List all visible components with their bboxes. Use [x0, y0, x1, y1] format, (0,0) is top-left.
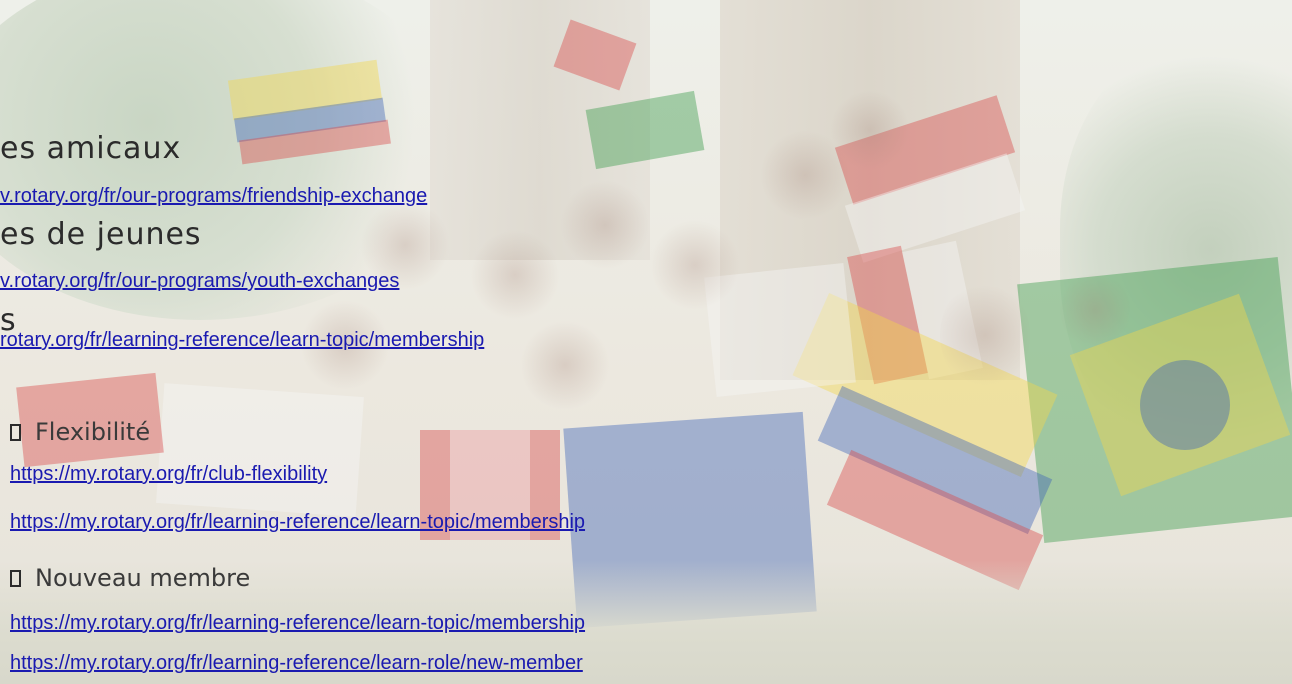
- checkbox-bullet-icon: [10, 423, 21, 441]
- link-membership[interactable]: rotary.org/fr/learning-reference/learn-t…: [0, 330, 484, 350]
- bullet-flexibility: Flexibilité: [10, 420, 150, 444]
- heading-youth-exchanges: es de jeunes: [0, 217, 202, 252]
- link-flexibility-membership[interactable]: https://my.rotary.org/fr/learning-refere…: [10, 512, 585, 532]
- bullet-new-member: Nouveau membre: [10, 566, 250, 590]
- link-youth-exchanges[interactable]: v.rotary.org/fr/our-programs/youth-excha…: [0, 271, 399, 291]
- checkbox-bullet-icon: [10, 569, 21, 587]
- heading-flexibility: Flexibilité: [35, 418, 151, 446]
- link-new-member-role[interactable]: https://my.rotary.org/fr/learning-refere…: [10, 653, 583, 673]
- heading-new-member: Nouveau membre: [35, 564, 251, 592]
- link-club-flexibility[interactable]: https://my.rotary.org/fr/club-flexibilit…: [10, 464, 327, 484]
- link-friendship-exchange[interactable]: v.rotary.org/fr/our-programs/friendship-…: [0, 186, 427, 206]
- link-new-member-membership[interactable]: https://my.rotary.org/fr/learning-refere…: [10, 613, 585, 633]
- heading-friendship-exchanges: es amicaux: [0, 131, 182, 166]
- slide-content: es amicaux v.rotary.org/fr/our-programs/…: [0, 0, 1292, 684]
